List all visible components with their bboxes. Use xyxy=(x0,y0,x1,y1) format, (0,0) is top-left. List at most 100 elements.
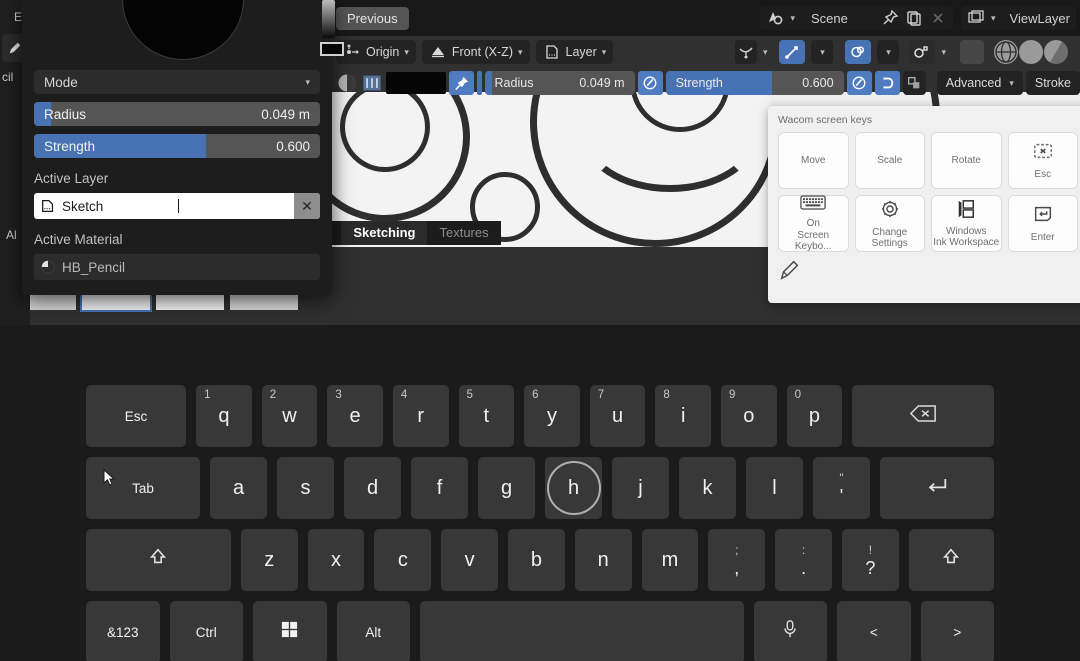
snap-options-dropdown[interactable]: ▾ xyxy=(811,40,834,64)
shading-solid-icon[interactable] xyxy=(1019,40,1043,64)
wacom-key-on-screen-keyboard[interactable]: On Screen Keybo... xyxy=(778,195,849,252)
chevron-down-icon[interactable]: ▾ xyxy=(763,47,768,58)
key-b[interactable]: b xyxy=(508,529,565,591)
key-windows[interactable] xyxy=(253,601,327,661)
color-swatch[interactable] xyxy=(320,42,344,56)
brush-color-swatch[interactable] xyxy=(386,72,446,94)
key-h[interactable]: h xyxy=(545,457,602,519)
previous-button[interactable]: Previous xyxy=(336,6,409,30)
key-z[interactable]: z xyxy=(240,529,298,591)
radius-pressure-toggle[interactable] xyxy=(637,71,663,95)
key-esc[interactable]: Esc xyxy=(86,385,187,447)
wacom-key-scale[interactable]: Scale xyxy=(854,132,925,189)
key-w[interactable]: 2 w xyxy=(261,385,318,447)
key-k[interactable]: k xyxy=(679,457,736,519)
cutter-icon[interactable] xyxy=(902,71,926,95)
tab-sketching[interactable]: Sketching xyxy=(341,221,428,245)
active-layer-name[interactable]: Sketch xyxy=(62,199,177,214)
strength-pressure-toggle[interactable] xyxy=(846,71,872,95)
strength-slider[interactable]: Strength 0.600 xyxy=(665,71,844,95)
brush-preset-icon[interactable] xyxy=(361,72,383,94)
brush-settings-popup[interactable]: Mode ▾ Radius 0.049 m Strength 0.600 Act… xyxy=(22,0,344,295)
wacom-key-rotate[interactable]: Rotate xyxy=(931,132,1002,189)
key-comma[interactable]: ; , xyxy=(708,529,766,591)
key-p[interactable]: 0 p xyxy=(786,385,843,447)
key-j[interactable]: j xyxy=(612,457,669,519)
key-right-arrow[interactable]: > xyxy=(920,601,995,661)
key-t[interactable]: 5 t xyxy=(458,385,515,447)
key-v[interactable]: v xyxy=(441,529,499,591)
viewlayer-selector[interactable]: ▾ ViewLayer xyxy=(961,6,1076,30)
pivot-point-dropdown[interactable]: Origin ▾ xyxy=(336,40,416,64)
key-shift-left[interactable] xyxy=(86,529,231,591)
color-value-slider[interactable] xyxy=(322,0,335,38)
mode-dropdown[interactable]: Mode ▾ xyxy=(34,70,320,94)
color-wheel[interactable] xyxy=(122,0,244,60)
close-x-icon[interactable]: ✕ xyxy=(294,193,320,219)
key-y[interactable]: 6 y xyxy=(524,385,580,447)
stroke-dropdown[interactable]: Stroke xyxy=(1025,71,1080,95)
key-backspace[interactable] xyxy=(852,385,994,447)
wacom-key-enter[interactable]: Enter xyxy=(1007,195,1078,252)
shading-material-icon[interactable] xyxy=(1044,40,1068,64)
key-q[interactable]: 1 q xyxy=(196,385,252,447)
key-i[interactable]: 8 i xyxy=(655,385,711,447)
key-apostrophe[interactable]: " ' xyxy=(813,457,870,519)
layer-dropdown[interactable]: Layer ▾ xyxy=(535,40,614,64)
chevron-down-icon[interactable]: ▾ xyxy=(941,47,946,58)
on-screen-keyboard[interactable]: Esc 1 q 2 w 3 e 4 r 5 t 6 y 7 u 8 i 9 o … xyxy=(0,325,1080,661)
key-n[interactable]: n xyxy=(574,529,632,591)
magnet-icon[interactable] xyxy=(874,71,900,95)
popup-strength-slider[interactable]: Strength 0.600 xyxy=(34,134,320,158)
key-u[interactable]: 7 u xyxy=(589,385,646,447)
proportional-connected-toggle[interactable] xyxy=(909,40,936,64)
key-symbols[interactable]: &123 xyxy=(86,601,160,661)
advanced-dropdown[interactable]: Advanced ▾ xyxy=(936,71,1023,95)
key-x[interactable]: x xyxy=(307,529,365,591)
wacom-key-windows-ink-workspace[interactable]: Windows Ink Workspace xyxy=(931,195,1002,252)
key-e[interactable]: 3 e xyxy=(327,385,383,447)
popup-radius-slider[interactable]: Radius 0.049 m xyxy=(34,102,320,126)
key-f[interactable]: f xyxy=(411,457,468,519)
view-orientation-dropdown[interactable]: Front (X-Z) ▾ xyxy=(421,40,530,64)
key-alt[interactable]: Alt xyxy=(336,601,411,661)
key-a[interactable]: a xyxy=(210,457,267,519)
overlays-toggle[interactable] xyxy=(960,40,984,64)
wacom-key-change-settings[interactable]: Change Settings xyxy=(854,195,925,252)
key-s[interactable]: s xyxy=(277,457,334,519)
key-r[interactable]: 4 r xyxy=(392,385,449,447)
key-tab[interactable]: Tab xyxy=(86,457,200,519)
pin-icon[interactable] xyxy=(881,9,899,27)
wacom-key-esc[interactable]: Esc xyxy=(1007,132,1078,189)
key-shift-right[interactable] xyxy=(908,529,994,591)
active-layer-field[interactable]: Sketch ✕ xyxy=(34,193,320,219)
key-period[interactable]: : . xyxy=(775,529,832,591)
key-m[interactable]: m xyxy=(641,529,699,591)
key-l[interactable]: l xyxy=(746,457,803,519)
key-enter[interactable] xyxy=(880,457,994,519)
key-space[interactable] xyxy=(420,601,744,661)
scene-selector[interactable]: ▾ Scene xyxy=(760,6,953,30)
key-microphone[interactable] xyxy=(753,601,828,661)
wacom-screen-keys-panel[interactable]: Wacom screen keys Move Scale Rotate Esc … xyxy=(768,106,1080,303)
key-c[interactable]: c xyxy=(374,529,432,591)
key-d[interactable]: d xyxy=(344,457,401,519)
pin-icon[interactable] xyxy=(448,71,474,95)
proportional-edit-toggle[interactable] xyxy=(845,40,872,64)
radius-slider[interactable]: Radius 0.049 m xyxy=(484,71,635,95)
key-question[interactable]: ! ? xyxy=(842,529,899,591)
snap-toggle[interactable] xyxy=(779,40,806,64)
pen-icon[interactable] xyxy=(778,258,1078,287)
material-sphere-icon[interactable] xyxy=(336,72,358,94)
key-left-arrow[interactable]: < xyxy=(837,601,911,661)
active-material-field[interactable]: HB_Pencil xyxy=(34,254,320,280)
key-ctrl[interactable]: Ctrl xyxy=(169,601,244,661)
proportional-falloff-dropdown[interactable]: ▾ xyxy=(877,40,900,64)
tab-textures[interactable]: Textures xyxy=(427,221,500,245)
key-g[interactable]: g xyxy=(478,457,535,519)
wacom-key-move[interactable]: Move xyxy=(778,132,849,189)
falloff-dropdown[interactable] xyxy=(734,40,757,64)
shading-wireframe-icon[interactable] xyxy=(994,40,1018,64)
key-o[interactable]: 9 o xyxy=(720,385,777,447)
close-icon[interactable] xyxy=(929,9,947,27)
